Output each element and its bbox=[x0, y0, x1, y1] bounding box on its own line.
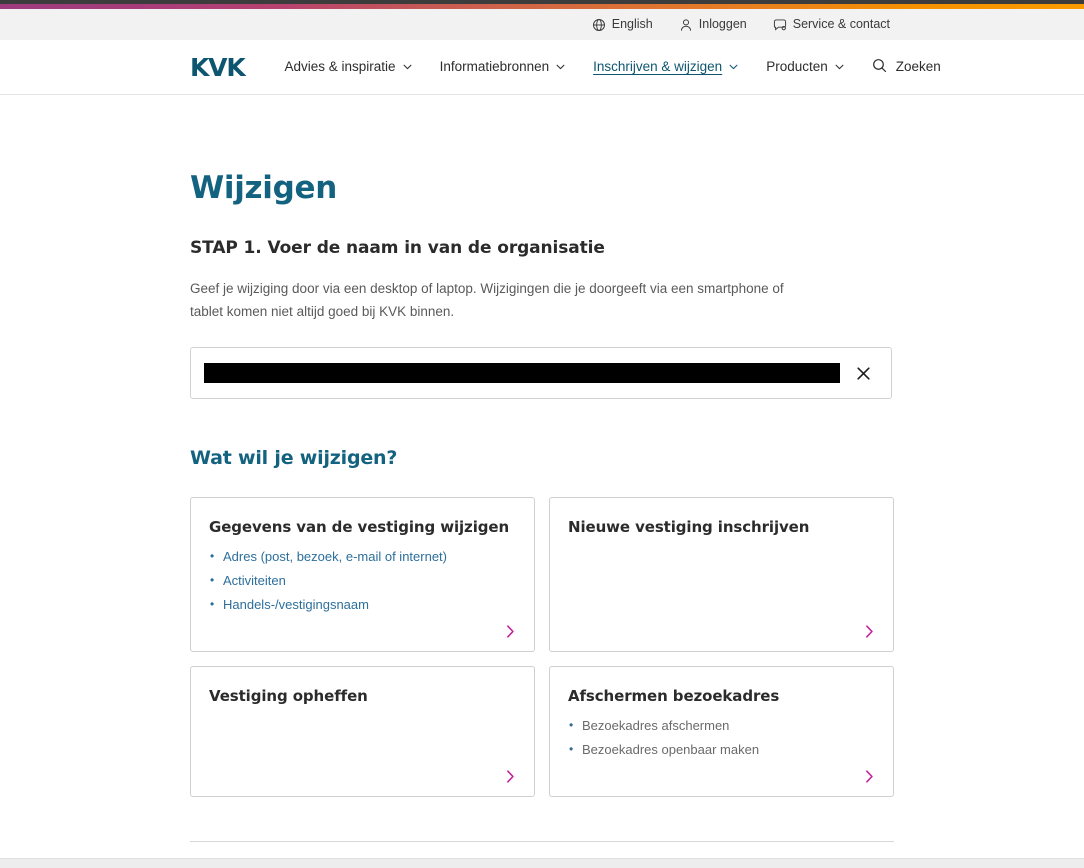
globe-icon bbox=[592, 18, 606, 32]
list-item[interactable]: Bezoekadres openbaar maken bbox=[568, 737, 871, 762]
clear-input-button[interactable] bbox=[848, 358, 878, 388]
search-label: Zoeken bbox=[895, 59, 941, 75]
card-title: Gegevens van de vestiging wijzigen bbox=[209, 518, 510, 537]
change-options-grid: Gegevens van de vestiging wijzigen Adres… bbox=[190, 497, 894, 797]
card-item-list: Bezoekadres afschermen Bezoekadres openb… bbox=[568, 713, 871, 762]
nav-item-label: Inschrijven & wijzigen bbox=[593, 59, 723, 75]
chevron-right-icon bbox=[505, 624, 518, 640]
chevron-right-icon bbox=[505, 769, 518, 785]
card-gegevens-vestiging-wijzigen[interactable]: Gegevens van de vestiging wijzigen Adres… bbox=[190, 497, 535, 652]
section-divider bbox=[190, 840, 894, 842]
nav-item-label: Advies & inspiratie bbox=[284, 59, 396, 75]
primary-nav: Advies & inspiratie Informatiebronnen In… bbox=[285, 58, 941, 76]
organisation-name-input[interactable] bbox=[204, 363, 840, 384]
main-header: KVK Advies & inspiratie Informatiebronne… bbox=[0, 40, 1084, 95]
utility-item-label: Inloggen bbox=[698, 17, 747, 32]
nav-item-producten[interactable]: Producten bbox=[766, 60, 844, 74]
nav-item-label: Informatiebronnen bbox=[439, 59, 550, 75]
page-root: English Inloggen Service & contact KVK A… bbox=[0, 0, 1084, 868]
intro-paragraph: Geef je wijziging door via een desktop o… bbox=[190, 281, 784, 319]
organisation-name-field[interactable] bbox=[190, 347, 892, 400]
list-item[interactable]: Activiteiten bbox=[209, 568, 512, 593]
list-item[interactable]: Handels-/vestigingsnaam bbox=[209, 592, 512, 617]
chevron-down-icon bbox=[729, 64, 738, 70]
footer-strip bbox=[0, 858, 1084, 868]
list-item[interactable]: Adres (post, bezoek, e-mail of internet) bbox=[209, 544, 512, 569]
card-title: Vestiging opheffen bbox=[209, 686, 368, 705]
card-title: Nieuwe vestiging inschrijven bbox=[568, 518, 810, 537]
page-title: Wijzigen bbox=[190, 170, 337, 206]
utility-nav: English Inloggen Service & contact bbox=[0, 9, 1084, 40]
search-icon bbox=[872, 58, 887, 76]
person-icon bbox=[679, 18, 693, 32]
card-nieuwe-vestiging-inschrijven[interactable]: Nieuwe vestiging inschrijven bbox=[549, 497, 894, 652]
kvk-logo[interactable]: KVK bbox=[190, 55, 246, 80]
section-heading-wat-wil-je-wijzigen: Wat wil je wijzigen? bbox=[190, 447, 398, 470]
search-toggle[interactable]: Zoeken bbox=[872, 58, 941, 76]
nav-item-advies-inspiratie[interactable]: Advies & inspiratie bbox=[285, 60, 412, 74]
card-afschermen-bezoekadres[interactable]: Afschermen bezoekadres Bezoekadres afsch… bbox=[549, 665, 894, 797]
chevron-down-icon bbox=[403, 64, 412, 70]
nav-item-informatiebronnen[interactable]: Informatiebronnen bbox=[440, 60, 566, 74]
utility-item-label: Service & contact bbox=[792, 17, 890, 32]
main-content: Wijzigen STAP 1. Voer de naam in van de … bbox=[0, 171, 1084, 868]
nav-item-label: Producten bbox=[766, 59, 828, 75]
utility-item-english[interactable]: English bbox=[592, 18, 653, 32]
chevron-right-icon bbox=[864, 624, 877, 640]
chevron-right-icon bbox=[864, 769, 877, 785]
utility-item-login[interactable]: Inloggen bbox=[679, 18, 747, 32]
chevron-down-icon bbox=[556, 64, 565, 70]
step-title: STAP 1. Voer de naam in van de organisat… bbox=[190, 238, 605, 259]
card-vestiging-opheffen[interactable]: Vestiging opheffen bbox=[190, 665, 535, 797]
card-title: Afschermen bezoekadres bbox=[568, 686, 780, 705]
utility-item-service-contact[interactable]: Service & contact bbox=[773, 18, 890, 32]
chat-bubble-icon bbox=[773, 18, 787, 32]
nav-item-inschrijven-wijzigen[interactable]: Inschrijven & wijzigen bbox=[593, 60, 738, 74]
utility-item-label: English bbox=[611, 17, 653, 32]
card-item-list: Adres (post, bezoek, e-mail of internet)… bbox=[209, 544, 512, 617]
chevron-down-icon bbox=[835, 64, 844, 70]
list-item[interactable]: Bezoekadres afschermen bbox=[568, 713, 871, 738]
